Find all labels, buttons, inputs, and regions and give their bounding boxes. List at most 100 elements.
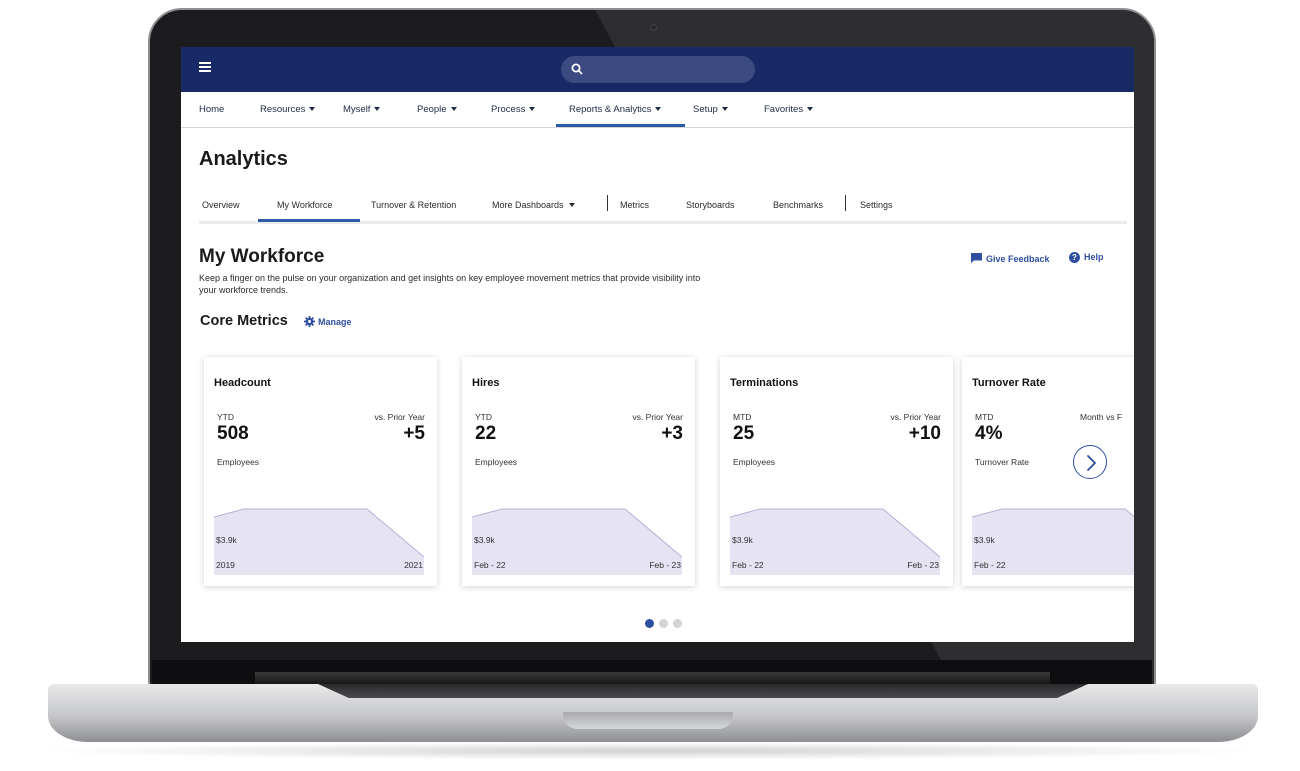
card-value: 508 <box>217 423 249 444</box>
tab-benchmarks[interactable]: Benchmarks <box>773 200 823 210</box>
sparkline-start-label: Feb - 22 <box>474 560 506 570</box>
nav-item-setup[interactable]: Setup <box>693 104 728 115</box>
tab-label: Settings <box>860 200 893 210</box>
card-unit: Turnover Rate <box>975 457 1030 467</box>
nav-label: Resources <box>260 104 306 115</box>
tab-label: My Workforce <box>277 200 333 210</box>
card-comparison-label: vs. Prior Year <box>890 412 941 422</box>
nav-item-people[interactable]: People <box>417 104 457 115</box>
nav-label: Favorites <box>764 104 804 115</box>
sparkline-end-label: Feb - 23 <box>907 560 939 570</box>
laptop-base <box>48 684 1258 742</box>
help-icon: ? <box>1069 252 1080 263</box>
pagination-dot-1[interactable] <box>645 619 654 628</box>
tab-label: Metrics <box>620 200 649 210</box>
nav-label: Process <box>491 104 526 115</box>
card-unit: Employees <box>733 457 776 467</box>
opening-notch <box>563 712 733 729</box>
card-title: Terminations <box>730 377 799 389</box>
carousel-pagination <box>645 615 687 633</box>
nav-item-favorites[interactable]: Favorites <box>764 104 814 115</box>
caret-down-icon <box>655 107 662 111</box>
nav-active-indicator <box>556 124 685 127</box>
section-description: Keep a finger on the pulse on your organ… <box>199 273 701 295</box>
caret-down-icon <box>309 107 316 111</box>
sparkline-amount: $3.9k <box>216 535 237 545</box>
chevron-right-icon <box>1087 455 1096 471</box>
nav-label: Reports & Analytics <box>569 104 652 115</box>
metric-card-headcount[interactable]: Headcount YTD vs. Prior Year 508 +5 Empl… <box>204 357 437 586</box>
tab-overview[interactable]: Overview <box>202 200 240 210</box>
tab-label: Overview <box>202 200 240 210</box>
card-comparison-label: Month vs F <box>1080 412 1123 422</box>
card-period: YTD <box>217 412 234 422</box>
tab-divider <box>845 195 846 211</box>
card-comparison-label: vs. Prior Year <box>632 412 683 422</box>
card-title: Turnover Rate <box>972 377 1046 389</box>
card-title: Hires <box>472 377 500 389</box>
metric-card-turnover-rate[interactable]: Turnover Rate MTD Month vs F 4% Turnover… <box>962 357 1134 586</box>
metric-card-terminations[interactable]: Terminations MTD vs. Prior Year 25 +10 E… <box>720 357 953 586</box>
top-bar <box>181 47 1134 92</box>
nav-item-home[interactable]: Home <box>199 104 224 115</box>
card-period: MTD <box>975 412 994 422</box>
tab-label: Benchmarks <box>773 200 824 210</box>
caret-down-icon <box>529 107 536 111</box>
screen: Home Resources Myself People Process Rep… <box>181 47 1134 642</box>
keyboard-edge <box>318 684 1088 698</box>
sparkline-end-label: Feb - 23 <box>649 560 681 570</box>
sub-tabs: Overview My Workforce Turnover & Retenti… <box>199 194 1127 224</box>
main-nav: Home Resources Myself People Process Rep… <box>181 92 1134 128</box>
nav-item-reports-analytics[interactable]: Reports & Analytics <box>569 104 662 115</box>
card-title: Headcount <box>214 377 271 389</box>
card-value: 4% <box>975 423 1003 444</box>
card-delta: +3 <box>661 423 683 444</box>
card-value: 22 <box>475 423 497 444</box>
page-title: Analytics <box>199 148 288 170</box>
tab-metrics[interactable]: Metrics <box>620 200 649 210</box>
nav-item-process[interactable]: Process <box>491 104 536 115</box>
sparkline-amount: $3.9k <box>474 535 495 545</box>
gear-icon <box>304 316 315 327</box>
search-icon <box>571 63 583 75</box>
help-link[interactable]: ? Help <box>1069 252 1104 263</box>
tab-divider <box>607 195 608 211</box>
sparkline-amount: $3.9k <box>732 535 753 545</box>
tab-my-workforce[interactable]: My Workforce <box>277 200 332 210</box>
metric-card-hires[interactable]: Hires YTD vs. Prior Year 22 +3 Employees… <box>462 357 695 586</box>
hamburger-menu-icon[interactable] <box>199 62 211 72</box>
camera-icon <box>650 24 657 31</box>
tab-turnover-retention[interactable]: Turnover & Retention <box>371 200 456 210</box>
tab-label: Turnover & Retention <box>371 200 457 210</box>
tab-label: More Dashboards <box>492 200 564 210</box>
caret-down-icon <box>450 107 457 111</box>
caret-down-icon <box>374 107 381 111</box>
tab-label: Storyboards <box>686 200 735 210</box>
help-label: Help <box>1084 252 1104 262</box>
tab-storyboards[interactable]: Storyboards <box>686 200 735 210</box>
nav-label: Myself <box>343 104 371 115</box>
give-feedback-link[interactable]: Give Feedback <box>971 253 1050 264</box>
sparkline-start-label: 2019 <box>216 560 235 570</box>
card-delta: +10 <box>908 423 941 444</box>
section-title: My Workforce <box>199 246 325 267</box>
tab-more-dashboards[interactable]: More Dashboards <box>492 200 575 210</box>
carousel-next-button[interactable] <box>1073 445 1107 479</box>
nav-label: Home <box>199 104 225 115</box>
pagination-dot-2[interactable] <box>659 619 668 628</box>
tab-settings[interactable]: Settings <box>860 200 893 210</box>
core-metrics-title: Core Metrics <box>200 313 288 329</box>
nav-item-myself[interactable]: Myself <box>343 104 381 115</box>
search-input[interactable] <box>561 56 755 83</box>
pagination-dot-3[interactable] <box>673 619 682 628</box>
sparkline-start-label: Feb - 22 <box>974 560 1006 570</box>
card-unit: Employees <box>475 457 518 467</box>
card-period: YTD <box>475 412 492 422</box>
sparkline-chart <box>214 508 424 575</box>
caret-down-icon <box>807 107 814 111</box>
nav-item-resources[interactable]: Resources <box>260 104 316 115</box>
nav-label: Setup <box>693 104 718 115</box>
card-unit: Employees <box>217 457 260 467</box>
tab-active-indicator <box>258 219 360 222</box>
manage-button[interactable]: Manage <box>304 316 352 327</box>
